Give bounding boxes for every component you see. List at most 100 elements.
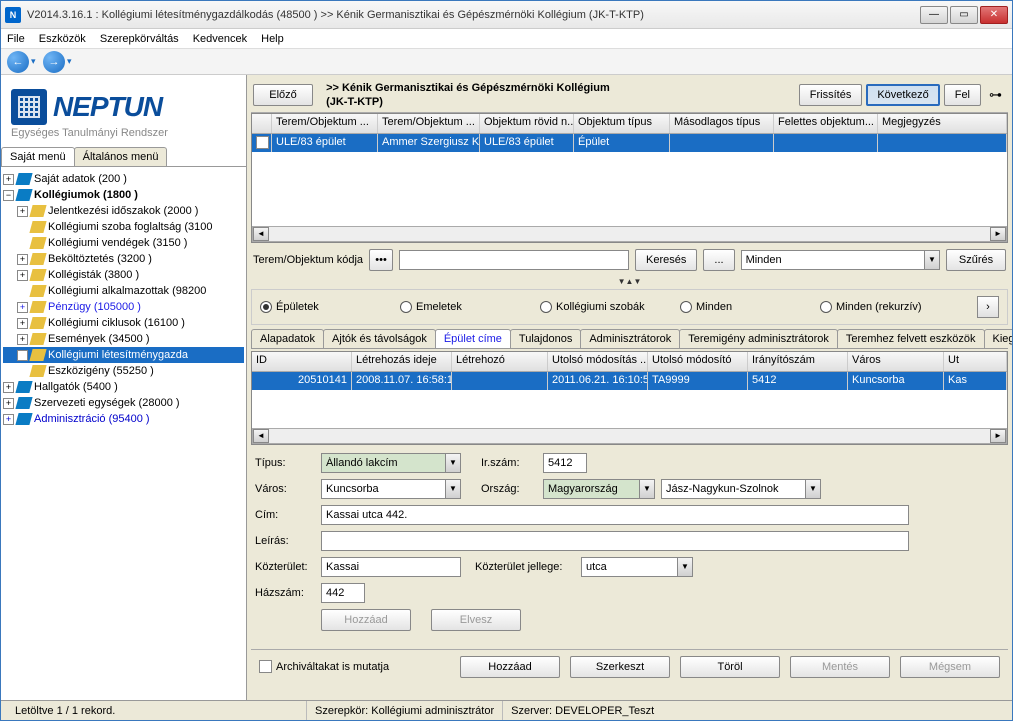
tree-item[interactable]: Események (34500 ) [48,333,150,345]
megsem-button[interactable]: Mégsem [900,656,1000,678]
search-input[interactable] [399,250,629,270]
subtab-ajtok[interactable]: Ajtók és távolságok [323,329,436,348]
expand-icon[interactable]: + [3,382,14,393]
varos-select[interactable] [321,479,445,499]
menu-help[interactable]: Help [261,33,284,45]
expand-icon[interactable]: + [3,174,14,185]
menu-file[interactable]: File [7,33,25,45]
radio-minden-rekurziv[interactable] [820,301,832,313]
grid-header[interactable]: Utolsó módosító [648,352,748,371]
chevron-down-icon[interactable]: ▼ [805,479,821,499]
scroll-right-icon[interactable]: ► [990,429,1006,443]
expand-icon[interactable]: + [17,334,28,345]
tree-item[interactable]: Kollégiumok (1800 ) [34,189,138,201]
nav-back-button[interactable]: ← [7,51,29,73]
menu-eszkozok[interactable]: Eszközök [39,33,86,45]
chevron-down-icon[interactable]: ▼ [445,453,461,473]
grid-header[interactable]: Megjegyzés [878,114,1007,133]
kovetkezo-button[interactable]: Következő [866,84,939,106]
nav-forward-button[interactable]: → [43,51,65,73]
irszam-input[interactable] [543,453,587,473]
subtab-eszkozok[interactable]: Teremhez felvett eszközök [837,329,985,348]
tree-item[interactable]: Szervezeti egységek (28000 ) [34,397,180,409]
horizontal-scrollbar[interactable]: ◄ ► [252,428,1007,444]
subtab-kiege[interactable]: Kiegé [984,329,1013,348]
torol-button[interactable]: Töröl [680,656,780,678]
expand-icon[interactable]: + [17,350,28,361]
scroll-left-icon[interactable]: ◄ [253,429,269,443]
tree-item[interactable]: Adminisztráció (95400 ) [34,413,150,425]
subtab-alapadatok[interactable]: Alapadatok [251,329,324,348]
collapse-icon[interactable]: − [3,190,14,201]
chevron-down-icon[interactable]: ▼ [924,250,940,270]
scroll-left-icon[interactable]: ◄ [253,227,269,241]
tree-item[interactable]: Kollégisták (3800 ) [48,269,139,281]
nav-back-dropdown[interactable]: ▾ [31,56,41,67]
tree-item[interactable]: Kollégiumi alkalmazottak (98200 [48,285,206,297]
grid-header[interactable]: Objektum rövid n... [480,114,574,133]
szures-button[interactable]: Szűrés [946,249,1006,271]
kozjelleg-select[interactable] [581,557,677,577]
grid-header[interactable]: Létrehozás ideje [352,352,452,371]
chevron-down-icon[interactable]: ▼ [677,557,693,577]
scroll-right-icon[interactable]: ► [990,227,1006,241]
tree-view[interactable]: + Saját adatok (200 ) − Kollégiumok (1800 … [1,167,246,702]
elvesz-button[interactable]: Elvesz [431,609,521,631]
subtab-tulajdonos[interactable]: Tulajdonos [510,329,581,348]
row-checkbox[interactable] [256,136,269,149]
tree-item[interactable]: Eszközigény (55250 ) [48,365,154,377]
tree-item[interactable]: Saját adatok (200 ) [34,173,127,185]
grid-header[interactable]: Felettes objektum... [774,114,878,133]
grid-header[interactable]: Létrehozó [452,352,548,371]
radio-epuletek[interactable] [260,301,272,313]
leiras-input[interactable] [321,531,909,551]
horizontal-scrollbar[interactable]: ◄ ► [252,226,1007,242]
tree-item[interactable]: Kollégiumi szoba foglaltság (3100 [48,221,213,233]
tipus-select[interactable] [321,453,445,473]
grid-row[interactable]: ULE/83 épület Ammer Szergiusz Ko ULE/83 … [252,134,1007,152]
close-button[interactable]: ✕ [980,6,1008,24]
radio-emeletek[interactable] [400,301,412,313]
expand-icon[interactable]: + [17,270,28,281]
tree-item[interactable]: Beköltöztetés (3200 ) [48,253,152,265]
expand-icon[interactable]: + [17,318,28,329]
filter-select[interactable] [741,250,924,270]
expand-icon[interactable]: + [17,302,28,313]
next-arrow-button[interactable]: › [977,296,999,318]
collapse-up-icon[interactable]: ▼▲▼ [618,277,642,286]
tree-item-selected[interactable]: Kollégiumi létesítménygazda [48,349,188,361]
subtab-admin[interactable]: Adminisztrátorok [580,329,680,348]
tree-item[interactable]: Jelentkezési időszakok (2000 ) [48,205,198,217]
frissites-button[interactable]: Frissítés [799,84,863,106]
more-button[interactable]: ... [703,249,734,271]
radio-minden[interactable] [680,301,692,313]
expand-icon[interactable]: + [3,398,14,409]
grid-header[interactable]: Ut [944,352,1007,371]
tree-item[interactable]: Kollégiumi vendégek (3150 ) [48,237,187,249]
grid-row[interactable]: 20510141 2008.11.07. 16:58:1 2011.06.21.… [252,372,1007,390]
tree-item[interactable]: Kollégiumi ciklusok (16100 ) [48,317,185,329]
menu-szerep[interactable]: Szerepkörváltás [100,33,179,45]
grid-header[interactable]: Utolsó módosítás ... [548,352,648,371]
pin-icon[interactable]: ⊶ [985,87,1006,103]
minimize-button[interactable]: — [920,6,948,24]
expand-icon[interactable]: + [17,206,28,217]
grid-header[interactable]: Terem/Objektum ... [378,114,480,133]
hozzaad-button[interactable]: Hozzáad [460,656,560,678]
chevron-down-icon[interactable]: ▼ [445,479,461,499]
kereses-button[interactable]: Keresés [635,249,697,271]
grid-header[interactable] [252,114,272,133]
tree-item[interactable]: Hallgatók (5400 ) [34,381,118,393]
hazszam-input[interactable] [321,583,365,603]
nav-forward-dropdown[interactable]: ▾ [67,56,77,67]
hozzaad-mini-button[interactable]: Hozzáad [321,609,411,631]
chevron-down-icon[interactable]: ▼ [639,479,655,499]
tree-item[interactable]: Pénzügy (105000 ) [48,301,141,313]
object-grid[interactable]: Terem/Objektum ... Terem/Objektum ... Ob… [251,113,1008,243]
grid-header[interactable]: Irányítószám [748,352,848,371]
orszag-select[interactable] [543,479,639,499]
subtab-teremigeny[interactable]: Teremigény adminisztrátorok [679,329,838,348]
cim-input[interactable] [321,505,909,525]
subtab-epulet-cime[interactable]: Épület címe [435,329,511,348]
mentes-button[interactable]: Mentés [790,656,890,678]
